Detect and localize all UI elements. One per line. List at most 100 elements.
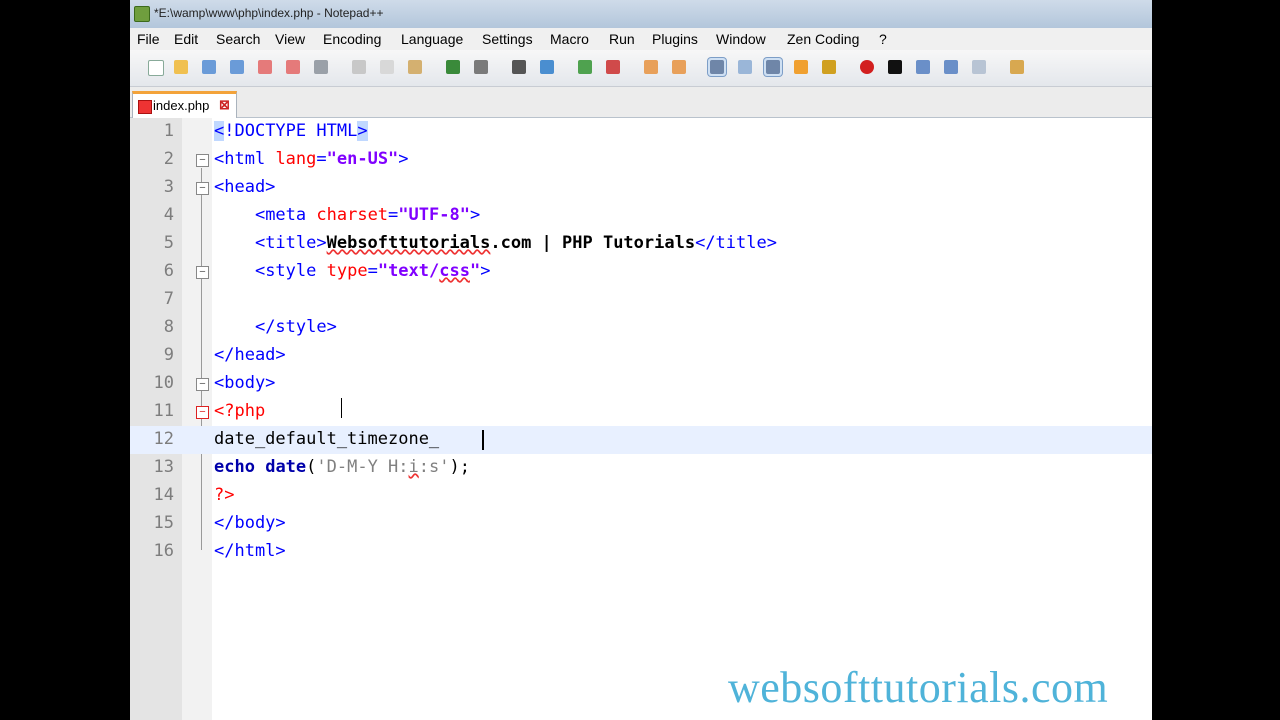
open-file-icon[interactable] <box>172 58 190 76</box>
record-macro-icon[interactable] <box>858 58 876 76</box>
paste-icon[interactable] <box>406 58 424 76</box>
line-number: 8 <box>163 317 174 337</box>
code-text: <?php <box>214 401 266 421</box>
save-macro-icon[interactable] <box>970 58 988 76</box>
code-text: <title>Websofttutorials.com | PHP Tutori… <box>254 233 777 253</box>
line-number: 1 <box>163 121 174 141</box>
code-line: 6 − <style type="text/css"> <box>130 258 1152 286</box>
code-line-current: 12 date_default_timezone_ <box>130 426 1152 454</box>
play-macro-icon[interactable] <box>914 58 932 76</box>
indent-guide-icon[interactable] <box>764 58 782 76</box>
code-line: 13 echo date('D-M-Y H:i:s'); <box>130 454 1152 482</box>
new-file-icon[interactable] <box>146 58 164 76</box>
code-text: </body> <box>214 513 286 533</box>
code-text: <style type="text/css"> <box>254 261 491 281</box>
plugin-icon[interactable] <box>1008 58 1026 76</box>
print-icon[interactable] <box>312 58 330 76</box>
stop-macro-icon[interactable] <box>886 58 904 76</box>
line-number: 13 <box>153 457 174 477</box>
fold-toggle-icon[interactable]: − <box>196 406 209 419</box>
line-number: 12 <box>153 429 174 449</box>
menu-file[interactable]: File <box>137 31 160 47</box>
menu-help[interactable]: ? <box>879 31 887 47</box>
code-line: 14 ?> <box>130 482 1152 510</box>
cut-icon[interactable] <box>350 58 368 76</box>
redo-icon[interactable] <box>472 58 490 76</box>
watermark: websofttutorials.com <box>728 663 1109 712</box>
replace-icon[interactable] <box>538 58 556 76</box>
document-map-icon[interactable] <box>820 58 838 76</box>
word-wrap-icon[interactable] <box>708 58 726 76</box>
run-macro-multiple-icon[interactable] <box>942 58 960 76</box>
menu-encoding[interactable]: Encoding <box>323 31 381 47</box>
close-icon[interactable] <box>256 58 274 76</box>
zoom-out-icon[interactable] <box>604 58 622 76</box>
save-icon[interactable] <box>200 58 218 76</box>
tab-bar: index.php ⊠ <box>130 87 1152 120</box>
code-line: 4 <meta charset="UTF-8"> <box>130 202 1152 230</box>
line-number: 5 <box>163 233 174 253</box>
zoom-in-icon[interactable] <box>576 58 594 76</box>
menu-plugins[interactable]: Plugins <box>652 31 698 47</box>
code-line: 10 − <body> <box>130 370 1152 398</box>
menu-settings[interactable]: Settings <box>482 31 533 47</box>
menu-macro[interactable]: Macro <box>550 31 589 47</box>
sync-vertical-icon[interactable] <box>642 58 660 76</box>
sync-horizontal-icon[interactable] <box>670 58 688 76</box>
code-text: </style> <box>254 317 337 337</box>
user-language-icon[interactable] <box>792 58 810 76</box>
mouse-ibeam-cursor-icon <box>341 398 344 418</box>
toolbar <box>130 50 1152 87</box>
fold-toggle-icon[interactable]: − <box>196 266 209 279</box>
tab-index-php[interactable]: index.php ⊠ <box>132 91 237 120</box>
menu-search[interactable]: Search <box>216 31 260 47</box>
fold-toggle-icon[interactable]: − <box>196 378 209 391</box>
fold-toggle-icon[interactable]: − <box>196 182 209 195</box>
close-all-icon[interactable] <box>284 58 302 76</box>
code-line: 16 </html> <box>130 538 1152 566</box>
code-text: </html> <box>214 541 286 561</box>
code-text: echo date('D-M-Y H:i:s'); <box>214 457 470 477</box>
menu-run[interactable]: Run <box>609 31 635 47</box>
code-text: <body> <box>214 373 276 393</box>
copy-icon[interactable] <box>378 58 396 76</box>
line-number: 9 <box>163 345 174 365</box>
notepad-app-icon <box>134 6 150 22</box>
code-line: 5 <title>Websofttutorials.com | PHP Tuto… <box>130 230 1152 258</box>
line-number: 7 <box>163 289 174 309</box>
code-text: <html lang="en-US"> <box>214 149 409 169</box>
code-line: 3 − <head> <box>130 174 1152 202</box>
code-line: 2 − <html lang="en-US"> <box>130 146 1152 174</box>
save-all-icon[interactable] <box>228 58 246 76</box>
menu-view[interactable]: View <box>275 31 305 47</box>
line-number: 14 <box>153 485 174 505</box>
menu-bar: File Edit Search View Encoding Language … <box>130 28 1152 50</box>
code-editor[interactable]: 1 <!DOCTYPE HTML> 2 − <html lang="en-US"… <box>130 118 1152 720</box>
code-text: </head> <box>214 345 286 365</box>
code-text: <meta charset="UTF-8"> <box>254 205 481 225</box>
code-text: <!DOCTYPE HTML> <box>214 121 368 141</box>
code-line: 11 − <?php <box>130 398 1152 426</box>
line-number: 2 <box>163 149 174 169</box>
undo-icon[interactable] <box>444 58 462 76</box>
menu-edit[interactable]: Edit <box>174 31 198 47</box>
line-number: 3 <box>163 177 174 197</box>
title-bar: *E:\wamp\www\php\index.php - Notepad++ <box>130 0 1152 28</box>
find-icon[interactable] <box>510 58 528 76</box>
code-line: 15 </body> <box>130 510 1152 538</box>
tab-label: index.php <box>153 98 210 113</box>
menu-language[interactable]: Language <box>401 31 463 47</box>
code-line: 8 </style> <box>130 314 1152 342</box>
menu-zen-coding[interactable]: Zen Coding <box>787 31 859 47</box>
line-number: 10 <box>153 373 174 393</box>
line-number: 11 <box>153 401 174 421</box>
text-caret <box>482 430 484 450</box>
notepad-plus-plus-window: *E:\wamp\www\php\index.php - Notepad++ F… <box>130 0 1152 720</box>
tab-close-icon[interactable]: ⊠ <box>219 97 230 113</box>
code-text: ?> <box>214 485 235 505</box>
fold-toggle-icon[interactable]: − <box>196 154 209 167</box>
menu-window[interactable]: Window <box>716 31 766 47</box>
show-all-characters-icon[interactable] <box>736 58 754 76</box>
code-text: <head> <box>214 177 276 197</box>
